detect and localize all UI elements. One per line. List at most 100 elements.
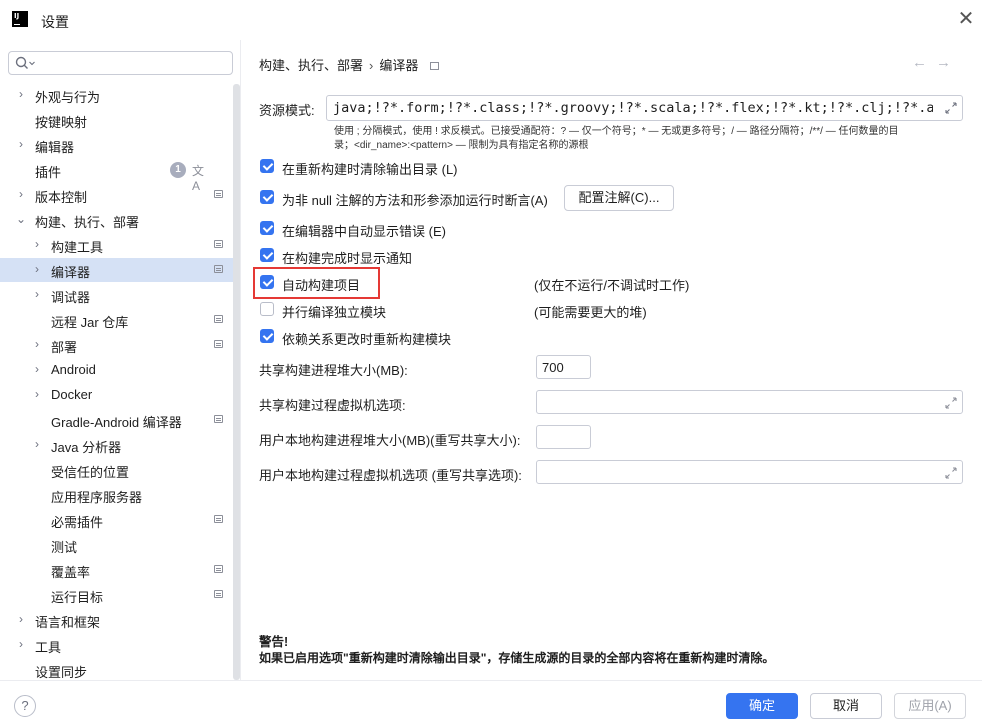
chevron-right-icon[interactable]: › <box>30 287 44 301</box>
user-vm-label: 用户本地构建过程虚拟机选项 (重写共享选项): <box>259 468 522 483</box>
shared-heap-input[interactable]: 700 <box>536 355 591 379</box>
sidebar-item-languages[interactable]: › 语言和框架 <box>0 608 233 632</box>
chevron-right-icon[interactable]: › <box>30 337 44 351</box>
sidebar-item-docker[interactable]: › Docker <box>0 383 233 407</box>
dialog-footer: ? 确定 取消 应用(A) <box>0 680 982 728</box>
project-config-icon <box>214 515 223 523</box>
sidebar-item-coverage[interactable]: 覆盖率 <box>0 558 233 582</box>
sidebar-item-deployment[interactable]: › 部署 <box>0 333 233 357</box>
notify-on-finish-checkbox[interactable] <box>260 248 274 262</box>
title-bar: IJ 设置 ✕ <box>0 0 982 40</box>
back-arrow-icon[interactable]: ← <box>912 54 927 71</box>
sidebar-item-label: 插件 <box>35 165 62 180</box>
search-input[interactable] <box>37 54 227 72</box>
sidebar-item-debugger[interactable]: › 调试器 <box>0 283 233 307</box>
help-button[interactable]: ? <box>14 695 36 717</box>
sidebar-item-settings-sync[interactable]: 设置同步 <box>0 658 233 682</box>
chevron-right-icon[interactable]: › <box>14 637 28 651</box>
project-config-icon <box>214 340 223 348</box>
sidebar-item-compiler[interactable]: › 编译器 <box>0 258 233 282</box>
shared-heap-value: 700 <box>542 360 564 375</box>
rebuild-on-dep-checkbox[interactable] <box>260 329 274 343</box>
chevron-right-icon[interactable]: › <box>30 437 44 451</box>
window-title: 设置 <box>41 14 69 30</box>
sidebar-item-label: 外观与行为 <box>35 90 101 105</box>
search-box[interactable] <box>8 51 233 75</box>
sidebar-item-build-tools[interactable]: › 构建工具 <box>0 233 233 257</box>
user-heap-input[interactable] <box>536 425 591 449</box>
cancel-button[interactable]: 取消 <box>810 693 882 719</box>
chevron-right-icon[interactable]: › <box>30 387 44 401</box>
project-config-icon <box>214 315 223 323</box>
breadcrumb-current: 编译器 <box>379 58 419 73</box>
chevron-right-icon[interactable]: › <box>30 262 44 276</box>
chevron-down-icon[interactable]: ⌄ <box>14 212 28 226</box>
sidebar-item-trusted-locations[interactable]: 受信任的位置 <box>0 458 233 482</box>
sidebar-item-tools[interactable]: › 工具 <box>0 633 233 657</box>
expand-icon[interactable] <box>945 397 957 409</box>
expand-icon[interactable] <box>945 102 957 114</box>
sidebar-item-plugins[interactable]: 插件 1 文A <box>0 158 233 193</box>
user-heap-label: 用户本地构建进程堆大小(MB)(重写共享大小): <box>259 433 521 448</box>
sidebar-item-label: 设置同步 <box>35 665 88 680</box>
close-button[interactable]: ✕ <box>954 8 978 32</box>
chevron-right-icon[interactable]: › <box>30 237 44 251</box>
chevron-right-icon[interactable]: › <box>14 187 28 201</box>
sidebar-item-gradle-android[interactable]: Gradle-Android 编译器 <box>0 408 233 432</box>
parallel-note: (可能需要更大的堆) <box>534 305 647 320</box>
not-null-assert-checkbox[interactable] <box>260 190 274 204</box>
project-config-icon <box>214 190 223 198</box>
sidebar-item-build[interactable]: ⌄ 构建、执行、部署 <box>0 208 233 232</box>
apply-button[interactable]: 应用(A) <box>894 693 966 719</box>
breadcrumb-parent[interactable]: 构建、执行、部署 <box>259 58 363 73</box>
project-config-icon <box>214 415 223 423</box>
chevron-right-icon[interactable]: › <box>14 137 28 151</box>
auto-build-note: (仅在不运行/不调试时工作) <box>534 278 690 293</box>
sidebar-item-label: Docker <box>51 387 93 402</box>
sidebar-item-label: 调试器 <box>51 290 91 305</box>
sidebar-item-android[interactable]: › Android <box>0 358 233 382</box>
parallel-compile-checkbox[interactable] <box>260 302 274 316</box>
sidebar-item-remote-jar[interactable]: 远程 Jar 仓库 <box>0 308 233 332</box>
sidebar-item-label: 远程 Jar 仓库 <box>51 315 129 330</box>
resource-pattern-value: java;!?*.form;!?*.class;!?*.groovy;!?*.s… <box>333 100 933 116</box>
resource-pattern-hint: 使用 ; 分隔模式，使用 ! 求反模式。已接受通配符：? — 仅一个符号；* —… <box>334 125 964 153</box>
sidebar-item-keymap[interactable]: 按键映射 <box>0 108 233 132</box>
sidebar-item-app-servers[interactable]: 应用程序服务器 <box>0 483 233 507</box>
shared-vm-input[interactable] <box>536 390 963 414</box>
sidebar-item-label: Java 分析器 <box>51 440 122 455</box>
scrollbar-thumb[interactable] <box>233 84 240 680</box>
chevron-right-icon[interactable]: › <box>14 612 28 626</box>
sidebar-scrollbar[interactable] <box>233 84 240 680</box>
chevron-right-icon[interactable]: › <box>30 362 44 376</box>
sidebar-item-label: 测试 <box>51 540 78 555</box>
sidebar-item-required-plugins[interactable]: 必需插件 <box>0 508 233 532</box>
sidebar-item-testing[interactable]: 测试 <box>0 533 233 557</box>
sidebar-item-label: 版本控制 <box>35 190 88 205</box>
breadcrumb: 构建、执行、部署 › 编译器 <box>259 55 440 74</box>
hint-line: 使用 ; 分隔模式，使用 ! 求反模式。已接受通配符：? — 仅一个符号；* —… <box>334 126 899 137</box>
option-label: 自动构建项目 <box>282 278 361 293</box>
configure-annotations-button[interactable]: 配置注解(C)... <box>564 185 674 211</box>
sidebar-item-label: 构建、执行、部署 <box>35 215 140 230</box>
sidebar-item-appearance[interactable]: › 外观与行为 <box>0 83 233 107</box>
expand-icon[interactable] <box>945 467 957 479</box>
sidebar-item-java-profiler[interactable]: › Java 分析器 <box>0 433 233 457</box>
ok-button[interactable]: 确定 <box>726 693 798 719</box>
sidebar-item-vcs[interactable]: › 版本控制 <box>0 183 233 207</box>
resource-pattern-input[interactable]: java;!?*.form;!?*.class;!?*.groovy;!?*.s… <box>326 95 963 121</box>
clear-output-checkbox[interactable] <box>260 159 274 173</box>
sidebar-item-label: 构建工具 <box>51 240 104 255</box>
hint-line: 录；<dir_name>:<pattern> — 限制为具有指定名称的源根 <box>334 140 589 151</box>
sidebar-item-editor[interactable]: › 编辑器 <box>0 133 233 157</box>
option-label: 依赖关系更改时重新构建模块 <box>282 332 452 347</box>
forward-arrow-icon[interactable]: → <box>936 54 951 71</box>
project-config-icon <box>214 565 223 573</box>
chevron-right-icon[interactable]: › <box>14 87 28 101</box>
auto-build-checkbox[interactable] <box>260 275 274 289</box>
sidebar-item-label: 应用程序服务器 <box>51 490 143 505</box>
sidebar-item-run-targets[interactable]: 运行目标 <box>0 583 233 607</box>
user-vm-input[interactable] <box>536 460 963 484</box>
notification-badge: 1 <box>170 162 186 178</box>
auto-show-errors-checkbox[interactable] <box>260 221 274 235</box>
